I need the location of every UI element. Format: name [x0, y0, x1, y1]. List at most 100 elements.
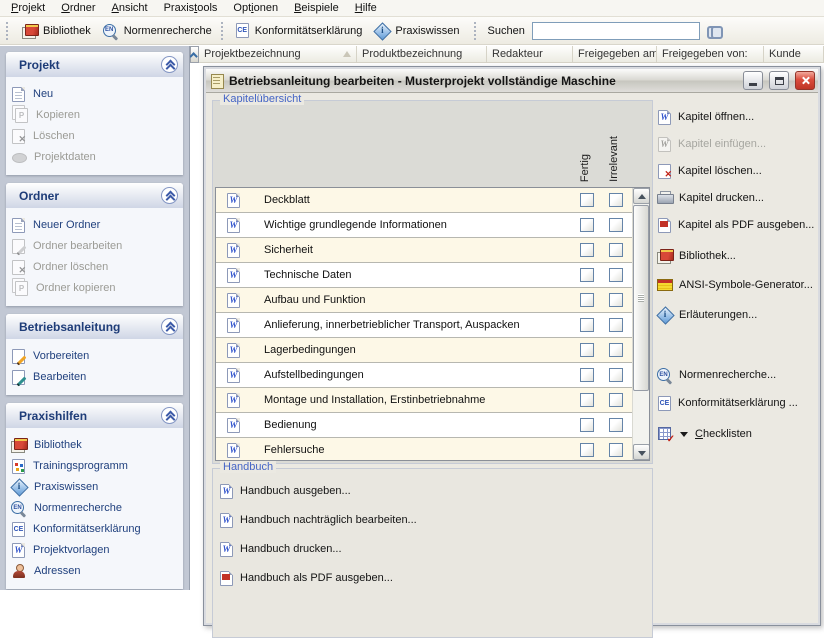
handbuch-button-handbuch-ausgeben[interactable]: Handbuch ausgeben... [219, 483, 644, 499]
fertig-checkbox[interactable] [580, 393, 594, 407]
sidebar-item-praxiswissen[interactable]: Praxiswissen [11, 479, 179, 495]
irrelevant-checkbox[interactable] [609, 268, 623, 282]
column-header-produktbezeichnung[interactable]: Produktbezeichnung [357, 46, 487, 63]
fertig-checkbox[interactable] [580, 343, 594, 357]
action-button-label: Kapitel einfügen... [678, 138, 766, 150]
toolbar-button-praxiswissen[interactable]: Praxiswissen [368, 20, 465, 42]
menu-item-optionen[interactable]: Optionen [225, 1, 286, 16]
panel-header-praxishilfen[interactable]: Praxishilfen [6, 403, 183, 428]
sidebar-item-normenrecherche[interactable]: Normenrecherche [11, 500, 179, 516]
irrelevant-checkbox[interactable] [609, 318, 623, 332]
scrollbar-thumb[interactable] [633, 205, 649, 391]
sidebar-item-adressen[interactable]: Adressen [11, 563, 179, 579]
collapse-chevron-icon[interactable] [161, 56, 178, 73]
irrelevant-checkbox[interactable] [609, 243, 623, 257]
dialog-title-bar[interactable]: Betriebsanleitung bearbeiten - Musterpro… [206, 69, 818, 93]
sidebar-item-neu[interactable]: Neu [11, 86, 179, 102]
sidebar-item-neuer-ordner[interactable]: Neuer Ordner [11, 217, 179, 233]
action-button-ansi-symbole-generator[interactable]: ANSI-Symbole-Generator... [657, 277, 819, 293]
action-button-erläuterungen[interactable]: Erläuterungen... [657, 307, 819, 323]
irrelevant-checkbox[interactable] [609, 343, 623, 357]
edit-document-icon [12, 239, 25, 254]
panel-header-ordner[interactable]: Ordner [6, 183, 183, 208]
handbuch-button-handbuch-drucken[interactable]: Handbuch drucken... [219, 541, 644, 557]
chapter-row[interactable]: Fehlersuche [216, 438, 632, 461]
fertig-checkbox[interactable] [580, 268, 594, 282]
menu-item-beispiele[interactable]: Beispiele [286, 1, 347, 16]
fertig-checkbox[interactable] [580, 293, 594, 307]
panel-header-projekt[interactable]: Projekt [6, 52, 183, 77]
sidebar-item-vorbereiten[interactable]: Vorbereiten [11, 348, 179, 364]
chapter-row[interactable]: Anlieferung, innerbetrieblicher Transpor… [216, 313, 632, 338]
binoculars-icon[interactable] [707, 23, 723, 39]
irrelevant-checkbox[interactable] [609, 368, 623, 382]
chapter-row[interactable]: Deckblatt [216, 188, 632, 213]
column-header-freigegeben-am[interactable]: Freigegeben am [573, 46, 657, 63]
fertig-checkbox[interactable] [580, 218, 594, 232]
toolbar-drag-handle[interactable] [6, 22, 11, 40]
chapter-list-scrollbar[interactable] [632, 188, 649, 460]
chapter-row[interactable]: Montage und Installation, Erstinbetriebn… [216, 388, 632, 413]
collapse-chevron-icon[interactable] [161, 407, 178, 424]
chapter-row[interactable]: Wichtige grundlegende Informationen [216, 213, 632, 238]
action-button-checklisten[interactable]: Checklisten [657, 426, 819, 442]
close-button[interactable] [795, 71, 815, 90]
scrollbar-down-arrow[interactable] [633, 444, 650, 460]
irrelevant-checkbox[interactable] [609, 418, 623, 432]
sidebar-item-konformitätserklärung[interactable]: Konformitätserklärung [11, 521, 179, 537]
column-header-projektbezeichnung[interactable]: Projektbezeichnung [199, 46, 357, 63]
fertig-checkbox[interactable] [580, 318, 594, 332]
fertig-checkbox[interactable] [580, 368, 594, 382]
chapter-row[interactable]: Sicherheit [216, 238, 632, 263]
panel-header-betriebsanleitung[interactable]: Betriebsanleitung [6, 314, 183, 339]
chapter-row[interactable]: Technische Daten [216, 263, 632, 288]
menu-item-hilfe[interactable]: Hilfe [347, 1, 385, 16]
sidebar-item-projektvorlagen[interactable]: Projektvorlagen [11, 542, 179, 558]
irrelevant-checkbox[interactable] [609, 218, 623, 232]
irrelevant-checkbox[interactable] [609, 443, 623, 457]
fertig-checkbox[interactable] [580, 193, 594, 207]
column-header-kunde[interactable]: Kunde [764, 46, 824, 63]
menu-item-ordner[interactable]: Ordner [53, 1, 103, 16]
action-button-bibliothek[interactable]: Bibliothek... [657, 248, 819, 264]
search-input[interactable] [532, 22, 700, 40]
scroll-up-button[interactable] [190, 46, 199, 63]
sidebar-item-bearbeiten[interactable]: Bearbeiten [11, 369, 179, 385]
action-button-kapitel-öffnen[interactable]: Kapitel öffnen... [657, 109, 819, 125]
chevron-up-glyph [167, 324, 173, 330]
chapter-row[interactable]: Bedienung [216, 413, 632, 438]
irrelevant-checkbox[interactable] [609, 393, 623, 407]
action-button-kapitel-als-pdf-ausgeben[interactable]: Kapitel als PDF ausgeben... [657, 217, 819, 233]
action-button-kapitel-drucken[interactable]: Kapitel drucken... [657, 190, 819, 206]
menu-item-ansicht[interactable]: Ansicht [104, 1, 156, 16]
minimize-button[interactable] [743, 71, 763, 90]
irrelevant-checkbox[interactable] [609, 193, 623, 207]
handbuch-button-handbuch-als-pdf-ausgeben[interactable]: Handbuch als PDF ausgeben... [219, 570, 644, 586]
handbuch-button-handbuch-nachträglich-bearbeiten[interactable]: Handbuch nachträglich bearbeiten... [219, 512, 644, 528]
irrelevant-checkbox[interactable] [609, 293, 623, 307]
menu-item-praxistools[interactable]: Praxistools [156, 1, 226, 16]
column-header-freigegeben-von-[interactable]: Freigegeben von: [657, 46, 764, 63]
toolbar-button-konformitätserklärung[interactable]: Konformitätserklärung [229, 20, 369, 41]
fertig-checkbox[interactable] [580, 418, 594, 432]
menu-item-projekt[interactable]: Projekt [3, 1, 53, 16]
column-header-redakteur[interactable]: Redakteur [487, 46, 573, 63]
sidebar-item-bibliothek[interactable]: Bibliothek [11, 437, 179, 453]
action-button-normenrecherche[interactable]: Normenrecherche... [657, 367, 819, 383]
collapse-chevron-icon[interactable] [161, 187, 178, 204]
maximize-button[interactable] [769, 71, 789, 90]
search-toolbar-drag-handle[interactable] [474, 22, 479, 40]
collapse-chevron-icon[interactable] [161, 318, 178, 335]
sidebar-item-trainingsprogramm[interactable]: Trainingsprogramm [11, 458, 179, 474]
chapter-row[interactable]: Aufbau und Funktion [216, 288, 632, 313]
action-button-kapitel-löschen[interactable]: Kapitel löschen... [657, 163, 819, 179]
chapter-title: Anlieferung, innerbetrieblicher Transpor… [264, 319, 520, 331]
toolbar-button-normenrecherche[interactable]: Normenrecherche [97, 20, 218, 42]
fertig-checkbox[interactable] [580, 443, 594, 457]
toolbar-button-bibliothek[interactable]: Bibliothek [16, 20, 97, 42]
fertig-checkbox[interactable] [580, 243, 594, 257]
chapter-row[interactable]: Aufstellbedingungen [216, 363, 632, 388]
scrollbar-up-arrow[interactable] [633, 188, 650, 204]
action-button-konformitätserklärung[interactable]: Konformitätserklärung ... [657, 395, 819, 411]
chapter-row[interactable]: Lagerbedingungen [216, 338, 632, 363]
